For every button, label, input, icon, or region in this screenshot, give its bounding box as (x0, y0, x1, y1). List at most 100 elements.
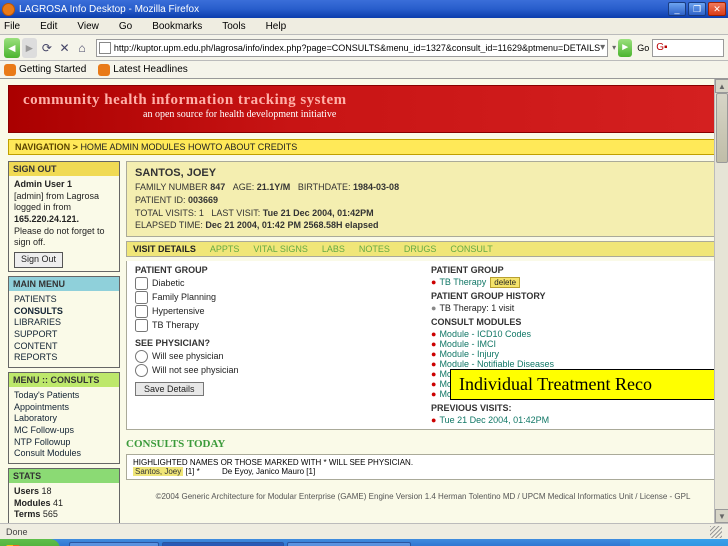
family-num: 847 (210, 182, 225, 192)
scroll-down-icon[interactable]: ▼ (715, 509, 728, 523)
menu-libraries[interactable]: LIBRARIES (14, 317, 114, 329)
mod-injury[interactable]: Module - Injury (439, 349, 499, 359)
tab-consult[interactable]: CONSULT (450, 244, 492, 254)
sub-mc[interactable]: MC Follow-ups (14, 425, 114, 437)
dropdown-icon[interactable]: ▾ (600, 42, 605, 53)
task-powerpoint[interactable]: Microsoft PowerPoint ... (287, 542, 411, 546)
grp-family[interactable]: Family Planning (135, 291, 415, 304)
detail-row: PATIENT GROUP Diabetic Family Planning H… (126, 261, 720, 430)
mod-imci[interactable]: Module - IMCI (439, 339, 496, 349)
detail-right: PATIENT GROUP ●TB Therapydelete PATIENT … (423, 261, 719, 429)
signout-head: SIGN OUT (9, 162, 119, 176)
sub-lab[interactable]: Laboratory (14, 413, 114, 425)
tab-labs[interactable]: LABS (322, 244, 345, 254)
menu-content[interactable]: CONTENT (14, 341, 114, 353)
bullet-icon: ● (431, 277, 436, 287)
grp-diabetic[interactable]: Diabetic (135, 277, 415, 290)
close-button[interactable]: ✕ (708, 2, 726, 16)
menu-reports[interactable]: REPORTS (14, 352, 114, 364)
save-details-button[interactable]: Save Details (135, 382, 204, 396)
tab-vitals[interactable]: VITAL SIGNS (253, 244, 308, 254)
birth-label: BIRTHDATE: (298, 182, 351, 192)
mod-icd10[interactable]: Module - ICD10 Codes (439, 329, 531, 339)
menu-consults[interactable]: CONSULTS (14, 306, 114, 318)
bullet-icon: ● (431, 349, 436, 359)
delete-button[interactable]: delete (490, 277, 520, 288)
windows-taskbar: start Chikka LAGROSA Info Deskt... Micro… (0, 539, 728, 546)
vertical-scrollbar[interactable]: ▲ ▼ (714, 79, 728, 523)
stop-button[interactable]: ✕ (57, 38, 73, 58)
today-p2[interactable]: De Eyoy, Janico Mauro (222, 467, 304, 476)
nav-about[interactable]: ABOUT (224, 142, 255, 152)
window-title: LAGROSA Info Desktop - Mozilla Firefox (19, 4, 666, 15)
menu-tools[interactable]: Tools (222, 21, 255, 32)
nav-admin[interactable]: ADMIN (109, 142, 138, 152)
birth-val: 1984-03-08 (353, 182, 399, 192)
bookmark-getting-started[interactable]: Getting Started (4, 64, 86, 76)
go-button[interactable]: ► (618, 39, 632, 57)
maximize-button[interactable]: ❐ (688, 2, 706, 16)
menu-view[interactable]: View (77, 21, 109, 32)
menu-support[interactable]: SUPPORT (14, 329, 114, 341)
modules-label: CONSULT MODULES (431, 317, 711, 327)
nav-home[interactable]: HOME (80, 142, 107, 152)
tab-notes[interactable]: NOTES (359, 244, 390, 254)
bookmarks-toolbar: Getting Started Latest Headlines (0, 61, 728, 79)
reload-button[interactable]: ⟳ (39, 38, 55, 58)
banner: community health information tracking sy… (8, 85, 720, 133)
bullet-icon: ● (431, 415, 436, 425)
url-bar[interactable]: http://kuptor.upm.edu.ph/lagrosa/info/in… (96, 39, 608, 57)
task-chikka[interactable]: Chikka (69, 542, 159, 546)
nav-label: NAVIGATION > (15, 142, 78, 152)
tab-drugs[interactable]: DRUGS (404, 244, 437, 254)
nav-modules[interactable]: MODULES (141, 142, 186, 152)
scroll-up-icon[interactable]: ▲ (715, 79, 728, 93)
main-area: SANTOS, JOEY FAMILY NUMBER 847 AGE: 21.1… (126, 161, 720, 523)
stats-modules-label: Modules (14, 498, 51, 508)
visits-val: 1 (199, 208, 204, 218)
opt-will[interactable]: Will see physician (135, 350, 415, 363)
signout-button[interactable]: Sign Out (14, 252, 63, 268)
bullet-icon: ● (431, 369, 436, 379)
system-tray[interactable]: 1:58 PM (630, 539, 728, 546)
detail-left: PATIENT GROUP Diabetic Family Planning H… (127, 261, 423, 429)
curgroup[interactable]: TB Therapy (439, 277, 486, 287)
nav-credits[interactable]: CREDITS (258, 142, 298, 152)
grp-hyper[interactable]: Hypertensive (135, 305, 415, 318)
sub-appts[interactable]: Appointments (14, 402, 114, 414)
history-label: PATIENT GROUP HISTORY (431, 291, 711, 301)
page-icon (99, 42, 111, 54)
start-button[interactable]: start (0, 539, 60, 546)
signout-box: SIGN OUT Admin User 1 [admin] from Lagro… (8, 161, 120, 272)
back-button[interactable]: ◄ (4, 38, 20, 58)
minimize-button[interactable]: _ (668, 2, 686, 16)
task-lagrosa[interactable]: LAGROSA Info Deskt... (162, 542, 285, 546)
menu-edit[interactable]: Edit (40, 21, 67, 32)
resize-grip-icon[interactable] (710, 526, 722, 538)
sub-todays[interactable]: Today's Patients (14, 390, 114, 402)
stats-terms-label: Terms (14, 509, 40, 519)
menu-bookmarks[interactable]: Bookmarks (152, 21, 212, 32)
scroll-thumb[interactable] (716, 93, 728, 163)
bullet-icon: ● (431, 379, 436, 389)
sub-consult-mod[interactable]: Consult Modules (14, 448, 114, 460)
mod-notif[interactable]: Module - Notifiable Diseases (439, 359, 554, 369)
tab-appts[interactable]: APPTS (210, 244, 240, 254)
grp-tb[interactable]: TB Therapy (135, 319, 415, 332)
home-button[interactable]: ⌂ (74, 38, 90, 58)
opt-wont[interactable]: Will not see physician (135, 364, 415, 377)
elapsed-val: Dec 21 2004, 01:42 PM 2568.58H elapsed (205, 220, 378, 230)
bookmark-latest-headlines[interactable]: Latest Headlines (98, 64, 188, 76)
sub-ntp[interactable]: NTP Followup (14, 437, 114, 449)
menu-patients[interactable]: PATIENTS (14, 294, 114, 306)
today-p1[interactable]: Santos, Joey (133, 467, 183, 476)
menu-file[interactable]: File (4, 21, 30, 32)
prev-item[interactable]: Tue 21 Dec 2004, 01:42PM (439, 415, 549, 425)
menu-go[interactable]: Go (119, 21, 142, 32)
search-box[interactable]: G▪ (652, 39, 724, 57)
search-icon: G▪ (656, 42, 667, 53)
forward-button[interactable]: ► (22, 38, 38, 58)
tab-visit-details[interactable]: VISIT DETAILS (133, 244, 196, 254)
menu-help[interactable]: Help (266, 21, 297, 32)
nav-howto[interactable]: HOWTO (188, 142, 222, 152)
